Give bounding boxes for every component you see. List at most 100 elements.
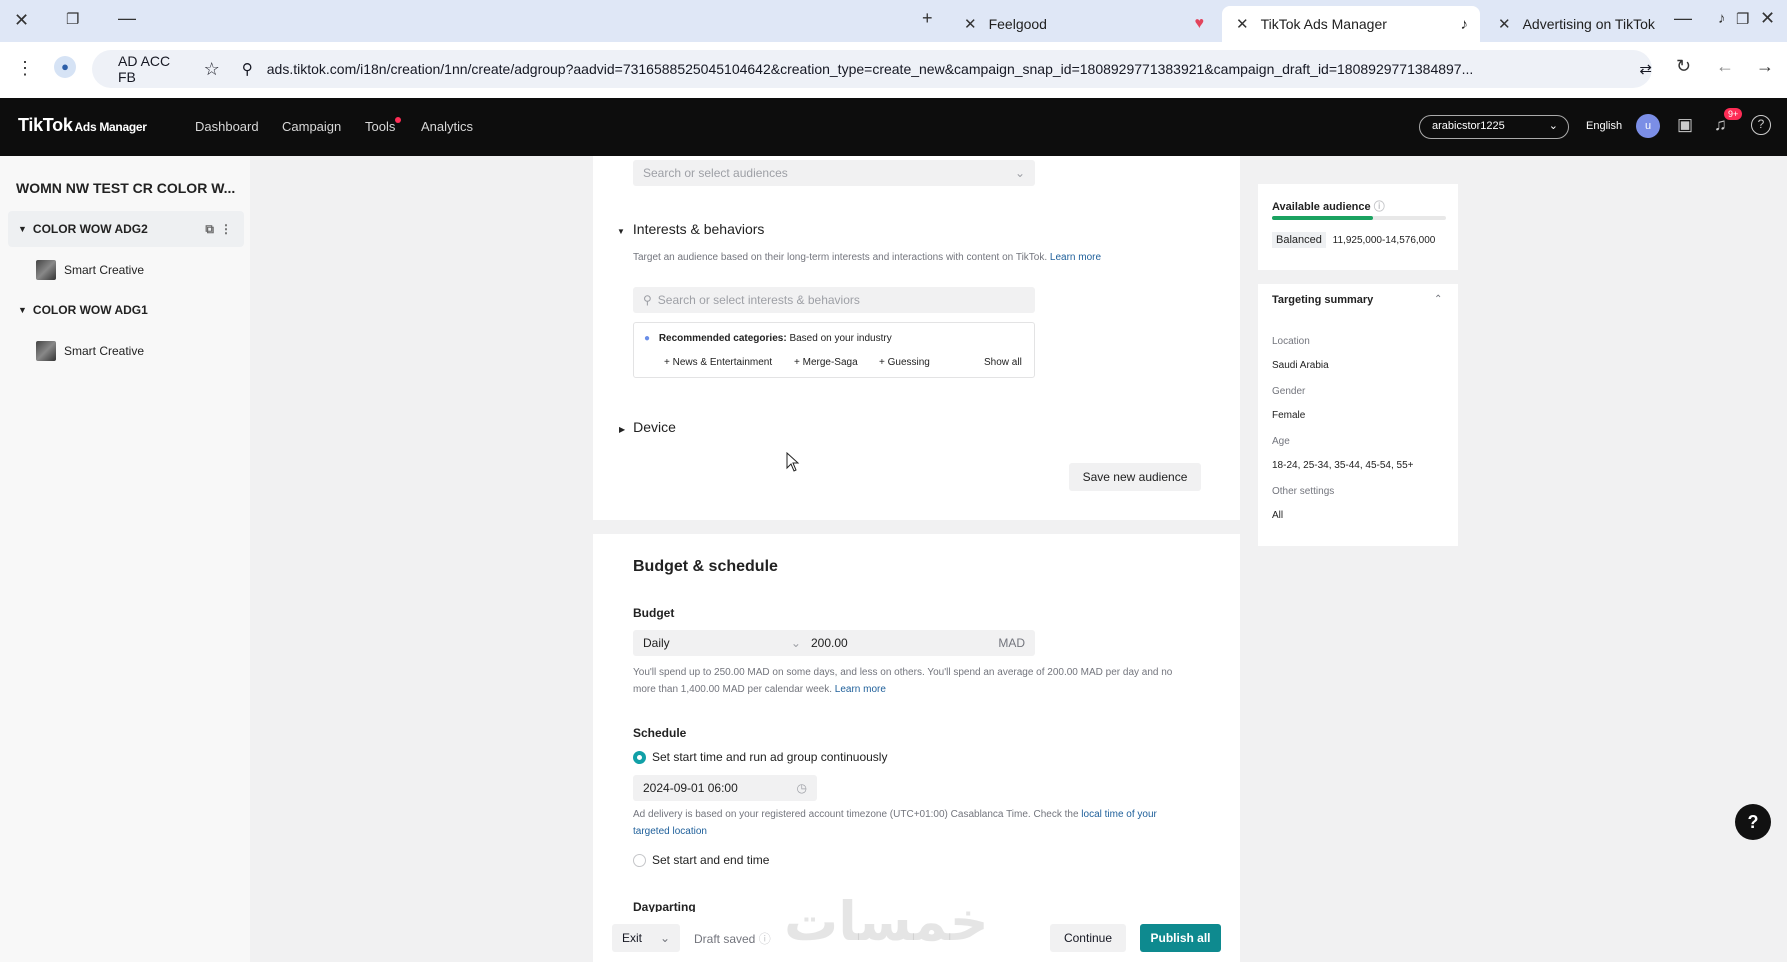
mouse-cursor-icon	[786, 452, 800, 472]
profile-icon[interactable]: ●	[54, 56, 76, 78]
creative-thumbnail	[36, 341, 56, 361]
back-icon[interactable]: ←	[1716, 56, 1734, 77]
caret-down-icon[interactable]: ▼	[18, 305, 27, 315]
adgroup-item[interactable]: ▼ COLOR WOW ADG1	[8, 292, 244, 328]
tab-close-icon[interactable]: ✕	[1760, 8, 1775, 29]
radio-label: Set start and end time	[652, 853, 770, 867]
bookmark-star-icon[interactable]: ☆	[204, 59, 220, 80]
save-new-audience-button[interactable]: Save new audience	[1069, 463, 1201, 491]
radio-selected[interactable]	[633, 751, 646, 765]
exit-button[interactable]: Exit ⌄	[612, 924, 680, 952]
recommended-categories-box: ● Recommended categories: Based on your …	[633, 322, 1035, 378]
summary-key: Gender	[1272, 386, 1306, 397]
schedule-start-end-radio[interactable]: Set start and end time	[633, 853, 770, 868]
interests-toggle[interactable]: ▼ Interests & behaviors	[617, 221, 764, 237]
tiktok-logo[interactable]: TikTok Ads Manager	[18, 115, 147, 136]
budget-type-select[interactable]: Daily	[643, 636, 791, 650]
budget-amount-input[interactable]: 200.00	[811, 636, 998, 650]
nav-dashboard[interactable]: Dashboard	[195, 119, 259, 134]
audience-range: 11,925,000-14,576,000	[1332, 235, 1436, 246]
new-tab-icon[interactable]: +	[922, 8, 933, 29]
tiktok-favicon-icon: ♪	[1460, 15, 1469, 33]
more-icon[interactable]: ⋮	[220, 222, 232, 236]
tab-minimize-icon[interactable]: —	[1674, 8, 1692, 29]
summary-value: Female	[1272, 410, 1306, 421]
tab-tiktok-ads-manager[interactable]: ✕ TikTok Ads Manager ♪	[1222, 6, 1480, 42]
tab-feelgood[interactable]: ✕ Feelgood ♥	[950, 6, 1220, 42]
url-text[interactable]: ads.tiktok.com/i18n/creation/1nn/create/…	[267, 61, 1622, 77]
budget-note: You'll spend up to 250.00 MAD on some da…	[633, 664, 1172, 698]
category-chip[interactable]: + Merge-Saga	[794, 357, 858, 368]
schedule-continuous-radio[interactable]: Set start time and run ad group continuo…	[633, 750, 888, 765]
device-toggle[interactable]: ▶ Device	[619, 419, 676, 435]
learn-more-link[interactable]: Learn more	[835, 684, 886, 695]
recommended-sub: Based on your industry	[789, 333, 892, 344]
copy-icon[interactable]: ⧉	[205, 222, 214, 237]
browser-address-bar: ⋮ ● AD ACC FB ☆ ⚲ ads.tiktok.com/i18n/cr…	[0, 42, 1787, 98]
tab-advertising-on-tiktok[interactable]: ✕ Advertising on TikTok	[1484, 6, 1684, 42]
minimize-window-icon[interactable]: —	[118, 8, 136, 29]
site-settings-icon[interactable]: ⇄	[1639, 60, 1652, 78]
radio-unselected[interactable]	[633, 854, 646, 868]
ad-item[interactable]: Smart Creative	[36, 339, 144, 363]
tab-restore-icon[interactable]: ❐	[1736, 10, 1749, 28]
audience-card: Search or select audiences ⌄ ▼ Interests …	[593, 156, 1240, 520]
ad-label: Smart Creative	[64, 344, 145, 358]
restore-window-icon[interactable]: ❐	[66, 10, 79, 28]
tiktok-favicon-icon: ♪	[1718, 10, 1726, 27]
forward-icon[interactable]: →	[1756, 56, 1774, 77]
help-icon[interactable]: ?	[1751, 115, 1771, 135]
omnibox[interactable]: AD ACC FB ☆ ⚲ ads.tiktok.com/i18n/creati…	[92, 50, 1652, 88]
menu-dots-icon[interactable]: ⋮	[16, 58, 34, 79]
close-tab-icon[interactable]: ✕	[964, 15, 977, 33]
start-time-input[interactable]: 2024-09-01 06:00 ◷	[633, 775, 817, 801]
nav-campaign[interactable]: Campaign	[282, 119, 341, 134]
summary-key: Age	[1272, 436, 1290, 447]
language-selector[interactable]: English	[1586, 120, 1622, 132]
show-all-link[interactable]: Show all	[984, 357, 1022, 368]
account-selector[interactable]: arabicstor1225 ⌄	[1419, 115, 1569, 139]
currency-label: MAD	[998, 636, 1025, 650]
nav-tools[interactable]: Tools	[365, 119, 395, 134]
close-window-icon[interactable]: ✕	[14, 10, 29, 31]
timezone-note: Ad delivery is based on your registered …	[633, 806, 1157, 840]
notification-badge: 9+	[1724, 108, 1743, 120]
interests-search-input[interactable]: ⚲ Search or select interests & behaviors	[633, 287, 1035, 313]
caret-down-icon[interactable]: ▼	[18, 224, 27, 234]
profile-label: AD ACC FB	[118, 53, 171, 85]
audience-meter	[1272, 216, 1446, 220]
radio-label: Set start time and run ad group continuo…	[652, 750, 888, 764]
ad-item[interactable]: Smart Creative	[36, 258, 144, 282]
reload-icon[interactable]: ↻	[1676, 56, 1691, 77]
tab-title: Feelgood	[988, 16, 1047, 32]
category-chip[interactable]: + Guessing	[879, 357, 930, 368]
close-tab-icon[interactable]: ✕	[1236, 15, 1249, 33]
info-icon[interactable]: ⓘ	[759, 932, 771, 946]
summary-key: Location	[1272, 336, 1310, 347]
start-time-value: 2024-09-01 06:00	[643, 781, 738, 795]
publish-all-button[interactable]: Publish all	[1140, 924, 1221, 952]
campaign-title[interactable]: WOMN NW TEST CR COLOR W...	[16, 180, 235, 196]
caret-right-icon: ▶	[619, 425, 626, 434]
collapse-icon[interactable]: ⌃	[1434, 294, 1442, 305]
continue-button[interactable]: Continue	[1050, 924, 1126, 952]
learn-more-link[interactable]: Learn more	[1050, 252, 1101, 263]
draft-saved-status: Draft saved ⓘ	[694, 930, 771, 947]
adgroup-item[interactable]: ▼ COLOR WOW ADG2 ⧉ ⋮	[8, 211, 244, 247]
audience-select[interactable]: Search or select audiences ⌄	[633, 160, 1035, 186]
chevron-down-icon[interactable]: ⌄	[660, 931, 670, 945]
help-chat-button[interactable]: ?	[1735, 804, 1771, 840]
clock-icon: ◷	[796, 781, 807, 795]
local-time-link[interactable]: targeted location	[633, 823, 1157, 840]
local-time-link[interactable]: local time of your	[1081, 809, 1157, 820]
info-icon[interactable]: ⓘ	[1374, 201, 1385, 213]
close-tab-icon[interactable]: ✕	[1498, 15, 1511, 33]
app-header: TikTok Ads Manager Dashboard Campaign Too…	[0, 98, 1787, 156]
category-chip[interactable]: + News & Entertainment	[664, 357, 772, 368]
summary-value: Saudi Arabia	[1272, 360, 1329, 371]
nav-analytics[interactable]: Analytics	[421, 119, 473, 134]
interests-desc-text: Target an audience based on their long-t…	[633, 252, 1048, 263]
briefcase-icon[interactable]: ▣	[1677, 115, 1693, 135]
search-icon: ⚲	[241, 61, 253, 78]
avatar[interactable]: u	[1636, 114, 1660, 138]
